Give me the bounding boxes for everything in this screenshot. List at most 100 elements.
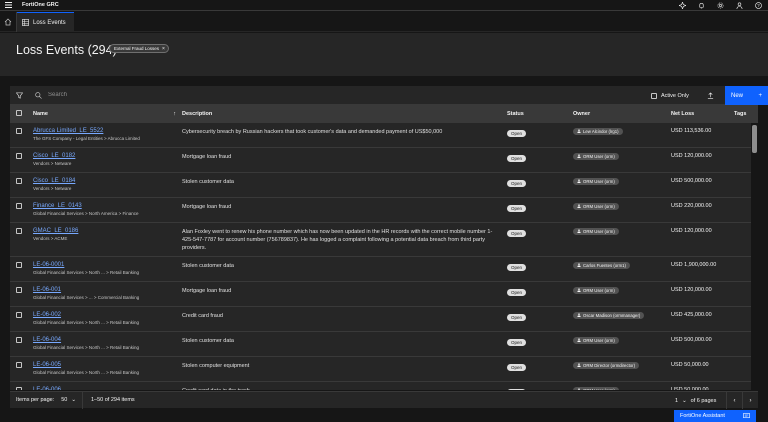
owner-tag[interactable]: ORM User (orm) [573,337,619,344]
table-row[interactable]: LE-06-004 Global Financial Services > Nor… [10,332,758,357]
table-row[interactable]: LE-06-001 Global Financial Services > ...… [10,282,758,307]
previous-page-button[interactable]: ‹ [726,392,742,409]
pin-icon[interactable] [673,0,692,11]
owner-tag[interactable]: ORM User (orm) [573,287,619,294]
table-row[interactable]: Cisco_LE_0184 Vendors > Netware Stolen cus… [10,173,758,198]
description-text: Stolen customer data [182,263,234,269]
gear-icon[interactable] [711,0,730,11]
column-status[interactable]: Status [507,111,573,117]
row-checkbox[interactable] [16,178,22,184]
loss-event-link[interactable]: LE-06-004 [33,337,182,343]
owner-tag[interactable]: Lew Alcindor (lrg1) [573,128,623,135]
table-row[interactable]: LE-06-005 Global Financial Services > Nor… [10,357,758,382]
table-row[interactable]: Finance_LE_0143 Global Financial Services… [10,198,758,223]
row-checkbox[interactable] [16,337,22,343]
status-badge: Open [507,264,527,271]
items-per-page-select[interactable]: 50 ⌄ [61,391,83,409]
close-icon[interactable]: × [162,46,165,52]
row-checkbox[interactable] [16,287,22,293]
description-cell: Alan Foxley went to renew his phone numb… [182,228,507,252]
name-cell: LE-06-006 [33,387,182,390]
row-checkbox[interactable] [16,153,22,159]
owner-cell: ORM User (orm) [573,387,671,390]
active-only-checkbox[interactable]: Active Only [651,86,689,105]
column-net-loss[interactable]: Net Loss [671,111,734,117]
user-icon[interactable] [730,0,749,11]
assistant-button[interactable]: FortiOne Assistant [674,410,756,422]
loss-event-link[interactable]: LE-06-005 [33,362,182,368]
loss-event-link[interactable]: LE-06-002 [33,312,182,318]
home-icon[interactable] [0,12,17,32]
owner-name: Oscar Madison (ormmanager) [583,313,641,318]
column-tags[interactable]: Tags [734,111,758,117]
page-select[interactable]: 1 ⌄ of 6 pages [675,392,716,409]
checkbox[interactable] [651,92,657,99]
table-row[interactable]: GMAC_LE_0186 Vendors > ACME Alan Foxley we… [10,223,758,257]
row-checkbox[interactable] [16,312,22,318]
row-checkbox[interactable] [16,362,22,368]
description-text: Stolen customer data [182,179,234,185]
column-description[interactable]: Description [182,111,507,117]
table-row[interactable]: LE-06-006Credit card data in the trash Op… [10,382,758,390]
name-cell: LE-06-001 Global Financial Services > ...… [33,287,182,300]
loss-event-link[interactable]: LE-06-0001 [33,262,182,268]
net-loss-cell: USD 50,000.00 [671,387,734,390]
table-row[interactable]: Abrucca Limited_LE_5522 The GFS Company -… [10,123,758,148]
status-cell: Open [507,312,573,321]
table-row[interactable]: LE-06-0001 Global Financial Services > No… [10,257,758,282]
description-cell: Credit card fraud [182,312,507,320]
loss-event-link[interactable]: LE-06-001 [33,287,182,293]
loss-event-link[interactable]: Cisco_LE_0182 [33,153,182,159]
loss-event-link[interactable]: Finance_LE_0143 [33,203,182,209]
loss-event-link[interactable]: LE-06-006 [33,387,182,390]
status-cell: Open [507,387,573,390]
owner-tag[interactable]: ORM User (orm) [573,387,619,390]
column-owner[interactable]: Owner [573,111,671,117]
notification-icon[interactable] [692,0,711,11]
owner-tag[interactable]: ORM User (orm) [573,153,619,160]
table-row[interactable]: LE-06-002 Global Financial Services > Nor… [10,307,758,332]
description-text: Cybersecurity breach by Russian hackers … [182,129,443,135]
column-name[interactable]: Name ↑ [33,111,182,117]
select-all-checkbox[interactable] [16,110,22,116]
net-loss-value: USD 500,000.00 [671,337,712,343]
owner-tag[interactable]: ORM User (orm) [573,178,619,185]
owner-tag[interactable]: ORM Director (ormdirector) [573,362,640,369]
row-select-cell [10,178,33,186]
loss-event-link[interactable]: Abrucca Limited_LE_5522 [33,128,182,134]
owner-name: ORM User (orm) [583,179,615,184]
filter-chip[interactable]: External Fraud Losses × [109,44,169,53]
name-cell: Cisco_LE_0184 Vendors > Netware [33,178,182,191]
owner-cell: ORM User (orm) [573,337,671,344]
owner-tag[interactable]: Oscar Madison (ormmanager) [573,312,645,319]
loss-event-link[interactable]: Cisco_LE_0184 [33,178,182,184]
top-nav: FortiOne GRC ? [0,0,768,11]
export-icon[interactable] [701,86,720,105]
filter-icon[interactable] [10,86,29,105]
entity-path: Vendors > Netware [33,161,72,166]
owner-tag[interactable]: ORM User (orm) [573,203,619,210]
menu-icon[interactable] [0,0,16,11]
row-checkbox[interactable] [16,228,22,234]
search-input[interactable] [48,92,248,98]
loss-event-link[interactable]: GMAC_LE_0186 [33,228,182,234]
new-button[interactable]: New + [725,86,768,105]
owner-tag[interactable]: Carlos Fuentes (orm1) [573,262,630,269]
next-page-button[interactable]: › [742,392,758,409]
app-title[interactable]: FortiOne GRC [22,2,59,8]
row-checkbox[interactable] [16,203,22,209]
tab-loss-events[interactable]: Loss Events [17,12,74,32]
description-cell: Stolen customer data [182,337,507,345]
search-bar [29,86,639,105]
row-select-cell [10,203,33,211]
row-checkbox[interactable] [16,262,22,268]
help-icon[interactable]: ? [749,0,768,11]
scrollbar[interactable] [751,123,758,390]
row-checkbox[interactable] [16,387,22,390]
description-text: Credit card fraud [182,313,223,319]
scroll-thumb[interactable] [752,125,757,153]
sort-arrow-icon[interactable]: ↑ [173,111,176,117]
table-row[interactable]: Cisco_LE_0182 Vendors > Netware Mortgage l… [10,148,758,173]
owner-tag[interactable]: ORM User (orm) [573,228,619,235]
row-checkbox[interactable] [16,128,22,134]
